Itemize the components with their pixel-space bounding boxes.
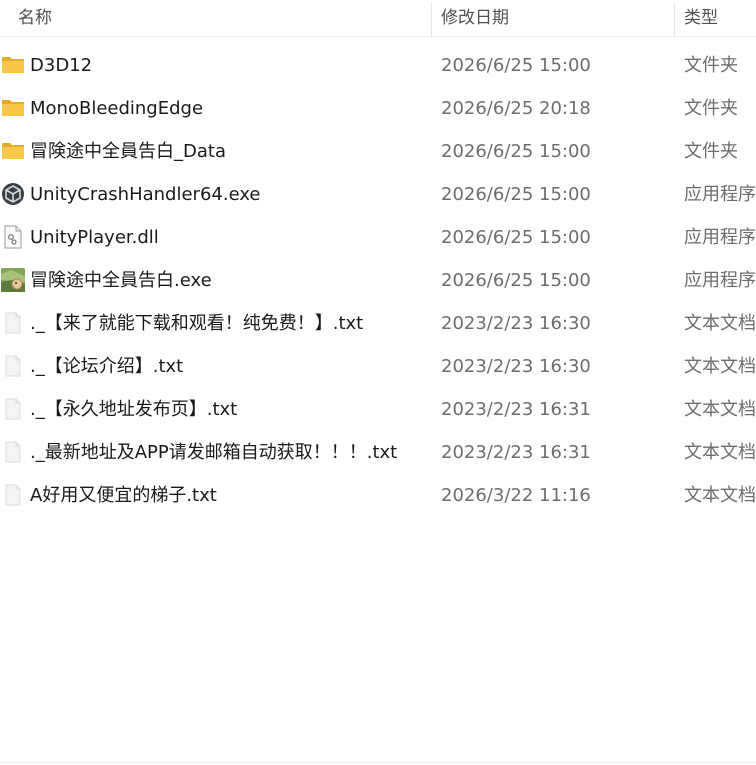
file-type: 应用程序	[684, 184, 756, 205]
file-modified-date: 2023/2/23 16:31	[441, 399, 591, 420]
file-modified-date: 2026/6/25 20:18	[441, 98, 591, 119]
file-name: 冒険途中全員告白_Data	[30, 141, 226, 162]
file-type: 文本文档	[684, 313, 756, 334]
column-header-type[interactable]: 类型	[684, 0, 718, 36]
file-row[interactable]: ._【来了就能下载和观看！纯免费！】.txt 2023/2/23 16:30 文…	[0, 302, 756, 345]
file-row[interactable]: A好用又便宜的梯子.txt 2026/3/22 11:16 文本文档	[0, 474, 756, 517]
file-type: 文件夹	[684, 98, 738, 119]
game-app-icon	[1, 268, 25, 292]
file-row[interactable]: UnityPlayer.dll 2026/6/25 15:00 应用程序	[0, 216, 756, 259]
file-name: ._【来了就能下载和观看！纯免费！】.txt	[30, 313, 364, 334]
file-list: D3D12 2026/6/25 15:00 文件夹 MonoBleedingEd…	[0, 44, 756, 517]
column-header-name[interactable]: 名称	[18, 0, 52, 36]
file-row[interactable]: D3D12 2026/6/25 15:00 文件夹	[0, 44, 756, 87]
folder-icon	[1, 53, 25, 77]
file-modified-date: 2026/6/25 15:00	[441, 55, 591, 76]
column-divider[interactable]	[674, 2, 675, 36]
text-file-icon	[1, 483, 25, 507]
file-row[interactable]: ._最新地址及APP请发邮箱自动获取！！！.txt 2023/2/23 16:3…	[0, 431, 756, 474]
file-type: 文件夹	[684, 55, 738, 76]
file-type: 文本文档	[684, 485, 756, 506]
file-name: 冒険途中全員告白.exe	[30, 270, 212, 291]
folder-icon	[1, 139, 25, 163]
file-row[interactable]: 冒険途中全員告白_Data 2026/6/25 15:00 文件夹	[0, 130, 756, 173]
bottom-divider	[0, 762, 756, 763]
file-name: MonoBleedingEdge	[30, 98, 204, 119]
file-type: 文件夹	[684, 141, 738, 162]
text-file-icon	[1, 440, 25, 464]
file-modified-date: 2026/3/22 11:16	[441, 485, 591, 506]
file-modified-date: 2023/2/23 16:31	[441, 442, 591, 463]
file-type: 应用程序	[684, 270, 756, 291]
file-name: UnityPlayer.dll	[30, 227, 159, 248]
file-modified-date: 2026/6/25 15:00	[441, 184, 591, 205]
file-modified-date: 2023/2/23 16:30	[441, 313, 591, 334]
file-name: UnityCrashHandler64.exe	[30, 184, 261, 205]
file-modified-date: 2026/6/25 15:00	[441, 227, 591, 248]
file-type: 文本文档	[684, 442, 756, 463]
file-explorer: ⌃ 名称 修改日期 类型 D3D12 2026/6/25 15:00 文件夹 M…	[0, 0, 756, 765]
dll-gear-icon	[1, 225, 25, 249]
unity-icon	[1, 182, 25, 206]
file-name: ._【论坛介绍】.txt	[30, 356, 184, 377]
file-row[interactable]: 冒険途中全員告白.exe 2026/6/25 15:00 应用程序	[0, 259, 756, 302]
text-file-icon	[1, 354, 25, 378]
file-type: 文本文档	[684, 356, 756, 377]
text-file-icon	[1, 311, 25, 335]
column-header-bar: ⌃ 名称 修改日期 类型	[0, 0, 756, 37]
file-modified-date: 2026/6/25 15:00	[441, 141, 591, 162]
file-name: A好用又便宜的梯子.txt	[30, 485, 217, 506]
sort-chevron-icon[interactable]: ⌃	[214, 0, 226, 5]
file-row[interactable]: UnityCrashHandler64.exe 2026/6/25 15:00 …	[0, 173, 756, 216]
file-name: D3D12	[30, 55, 93, 76]
column-header-date[interactable]: 修改日期	[441, 0, 509, 36]
file-modified-date: 2023/2/23 16:30	[441, 356, 591, 377]
file-name: ._【永久地址发布页】.txt	[30, 399, 238, 420]
folder-icon	[1, 96, 25, 120]
file-modified-date: 2026/6/25 15:00	[441, 270, 591, 291]
file-row[interactable]: MonoBleedingEdge 2026/6/25 20:18 文件夹	[0, 87, 756, 130]
file-type: 应用程序	[684, 227, 756, 248]
file-row[interactable]: ._【永久地址发布页】.txt 2023/2/23 16:31 文本文档	[0, 388, 756, 431]
file-row[interactable]: ._【论坛介绍】.txt 2023/2/23 16:30 文本文档	[0, 345, 756, 388]
column-divider[interactable]	[431, 2, 432, 36]
file-type: 文本文档	[684, 399, 756, 420]
text-file-icon	[1, 397, 25, 421]
file-name: ._最新地址及APP请发邮箱自动获取！！！.txt	[30, 442, 398, 463]
